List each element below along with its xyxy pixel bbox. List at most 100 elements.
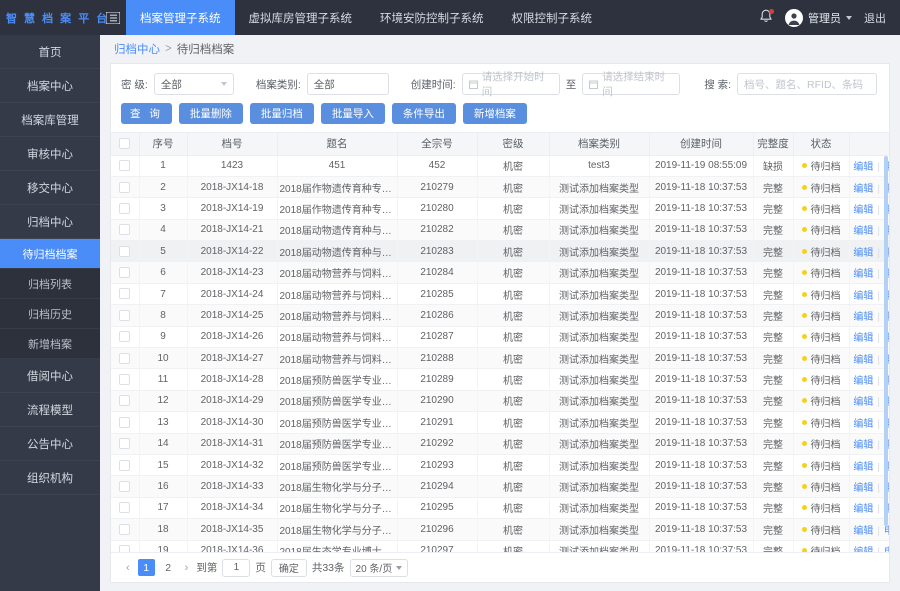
goto-page-input[interactable]: 1	[222, 558, 251, 577]
batch-import-button[interactable]: 批量导入	[320, 103, 385, 124]
sidebar-item-pending-archives[interactable]: 待归档档案	[0, 239, 100, 269]
scrollbar-thumb[interactable]	[884, 156, 888, 527]
row-checkbox[interactable]	[119, 309, 131, 321]
edit-link[interactable]: 编辑	[853, 269, 873, 280]
row-checkbox[interactable]	[119, 202, 131, 214]
row-checkbox[interactable]	[119, 181, 131, 193]
row-checkbox[interactable]	[119, 545, 131, 552]
row-checkbox[interactable]	[119, 288, 131, 300]
table-row[interactable]: 32018-JX14-192018届作物遗传育种专业博士…210280机密测试添…	[111, 197, 889, 220]
batch-archive-button[interactable]: 批量归档	[249, 103, 314, 124]
table-row[interactable]: 182018-JX14-352018届生物化学与分子生物学…210296机密测试…	[111, 518, 889, 541]
menu-collapse-icon[interactable]	[100, 0, 126, 35]
page-size-select[interactable]: 20 条/页	[349, 558, 409, 577]
tab-environment-security[interactable]: 环境安防控制子系统	[366, 0, 498, 35]
row-checkbox[interactable]	[119, 395, 131, 407]
sidebar-item-archive-center[interactable]: 档案中心	[0, 69, 100, 103]
edit-link[interactable]: 编辑	[853, 483, 873, 494]
vertical-scrollbar[interactable]	[884, 156, 888, 550]
sidebar-item-filing-center[interactable]: 归档中心	[0, 205, 100, 239]
row-checkbox[interactable]	[119, 438, 131, 450]
table-row[interactable]: 122018-JX14-292018届预防兽医学专业博士生…210290机密测试…	[111, 390, 889, 413]
edit-link[interactable]: 编辑	[853, 248, 873, 259]
query-button[interactable]: 查 询	[121, 103, 172, 124]
row-checkbox[interactable]	[119, 352, 131, 364]
row-checkbox[interactable]	[119, 267, 131, 279]
table-row[interactable]: 82018-JX14-252018届动物营养与饲料科学专…210286机密测试添…	[111, 304, 889, 327]
batch-delete-button[interactable]: 批量删除	[178, 103, 243, 124]
edit-link[interactable]: 编辑	[853, 419, 873, 430]
table-row[interactable]: 112018-JX14-282018届预防兽医学专业博士生…210289机密测试…	[111, 368, 889, 391]
edit-link[interactable]: 编辑	[853, 376, 873, 387]
table-row[interactable]: 62018-JX14-232018届动物营养与饲料科学专…210284机密测试添…	[111, 261, 889, 284]
search-input[interactable]: 档号、题名、RFID、条码	[737, 73, 878, 95]
table-row[interactable]: 102018-JX14-272018届动物营养与饲料科学专…210288机密测试…	[111, 347, 889, 370]
edit-link[interactable]: 编辑	[853, 205, 873, 216]
sidebar-item-borrow-center[interactable]: 借阅中心	[0, 359, 100, 393]
row-checkbox[interactable]	[119, 416, 131, 428]
edit-link[interactable]: 编辑	[853, 504, 873, 515]
sidebar-item-organization[interactable]: 组织机构	[0, 461, 100, 495]
breadcrumb-parent[interactable]: 归档中心	[114, 41, 160, 57]
edit-link[interactable]: 编辑	[853, 397, 873, 408]
table-row[interactable]: 42018-JX14-212018届动物遗传育种与繁殖专…210282机密测试添…	[111, 219, 889, 242]
row-checkbox[interactable]	[119, 480, 131, 492]
table-row[interactable]: 162018-JX14-332018届生物化学与分子生物学…210294机密测试…	[111, 475, 889, 498]
table-row[interactable]: 152018-JX14-322018届预防兽医学专业博士生…210293机密测试…	[111, 454, 889, 477]
table-row[interactable]: 1 1423 451 452 机密 test3 2019-11-19 08:55:09 缺损 待…	[111, 155, 889, 177]
table-row[interactable]: 22018-JX14-182018届作物遗传育种专业博士…210279机密测试添…	[111, 176, 889, 199]
table-row[interactable]: 192018-JX14-362018届生态学专业博士生邓欧…210297机密测试…	[111, 540, 889, 552]
edit-link[interactable]: 编辑	[853, 162, 873, 173]
page-number-1[interactable]: 1	[137, 559, 155, 576]
row-checkbox[interactable]	[119, 374, 131, 386]
date-start-input[interactable]: 请选择开始时间	[461, 71, 560, 98]
row-checkbox[interactable]	[119, 459, 131, 471]
secret-level-select[interactable]: 全部	[153, 73, 234, 95]
edit-link[interactable]: 编辑	[853, 226, 873, 237]
row-checkbox[interactable]	[119, 502, 131, 514]
new-archive-button[interactable]: 新增档案	[462, 103, 527, 124]
edit-link[interactable]: 编辑	[853, 355, 873, 366]
bell-icon[interactable]	[759, 8, 774, 27]
logout-button[interactable]: 退出	[864, 10, 886, 26]
edit-link[interactable]: 编辑	[853, 291, 873, 302]
next-page-button[interactable]: ›	[182, 562, 192, 574]
edit-link[interactable]: 编辑	[853, 333, 873, 344]
edit-link[interactable]: 编辑	[853, 440, 873, 451]
select-all-checkbox[interactable]	[119, 138, 131, 150]
sidebar-item-transfer-center[interactable]: 移交中心	[0, 171, 100, 205]
sidebar-item-process-model[interactable]: 流程模型	[0, 393, 100, 427]
tab-archive-management[interactable]: 档案管理子系统	[126, 0, 235, 35]
edit-link[interactable]: 编辑	[853, 312, 873, 323]
conditional-export-button[interactable]: 条件导出	[391, 103, 456, 124]
table-row[interactable]: 72018-JX14-242018届动物营养与饲料科学专…210285机密测试添…	[111, 283, 889, 306]
row-checkbox[interactable]	[119, 245, 131, 257]
sidebar-item-home[interactable]: 首页	[0, 35, 100, 69]
sidebar-item-new-archive[interactable]: 新增档案	[0, 329, 100, 359]
edit-link[interactable]: 编辑	[853, 547, 873, 552]
edit-link[interactable]: 编辑	[853, 462, 873, 473]
sidebar-item-review-center[interactable]: 审核中心	[0, 137, 100, 171]
table-row[interactable]: 132018-JX14-302018届预防兽医学专业博士生…210291机密测试…	[111, 411, 889, 434]
table-row[interactable]: 172018-JX14-342018届生物化学与分子生物学…210295机密测试…	[111, 497, 889, 520]
edit-link[interactable]: 编辑	[853, 184, 873, 195]
row-checkbox[interactable]	[119, 160, 131, 172]
table-row[interactable]: 52018-JX14-222018届动物遗传育种与繁殖专…210283机密测试添…	[111, 240, 889, 263]
row-checkbox[interactable]	[119, 224, 131, 236]
table-row[interactable]: 92018-JX14-262018届动物营养与饲料科学专…210287机密测试添…	[111, 326, 889, 349]
user-menu[interactable]: 管理员	[785, 8, 852, 27]
sidebar-item-filing-history[interactable]: 归档历史	[0, 299, 100, 329]
table-row[interactable]: 142018-JX14-312018届预防兽医学专业博士生…210292机密测试…	[111, 433, 889, 455]
tab-virtual-warehouse[interactable]: 虚拟库房管理子系统	[235, 0, 367, 35]
goto-confirm-button[interactable]: 确定	[270, 558, 307, 577]
archive-type-input[interactable]: 全部	[306, 73, 389, 95]
sidebar-item-announcement-center[interactable]: 公告中心	[0, 427, 100, 461]
sidebar-item-filing-list[interactable]: 归档列表	[0, 269, 100, 299]
page-number-2[interactable]: 2	[160, 559, 177, 576]
sidebar-item-archive-repository[interactable]: 档案库管理	[0, 103, 100, 137]
date-end-input[interactable]: 请选择结束时间	[582, 71, 681, 98]
edit-link[interactable]: 编辑	[853, 526, 873, 537]
prev-page-button[interactable]: ‹	[123, 562, 133, 574]
row-checkbox[interactable]	[119, 523, 131, 535]
row-checkbox[interactable]	[119, 331, 131, 343]
